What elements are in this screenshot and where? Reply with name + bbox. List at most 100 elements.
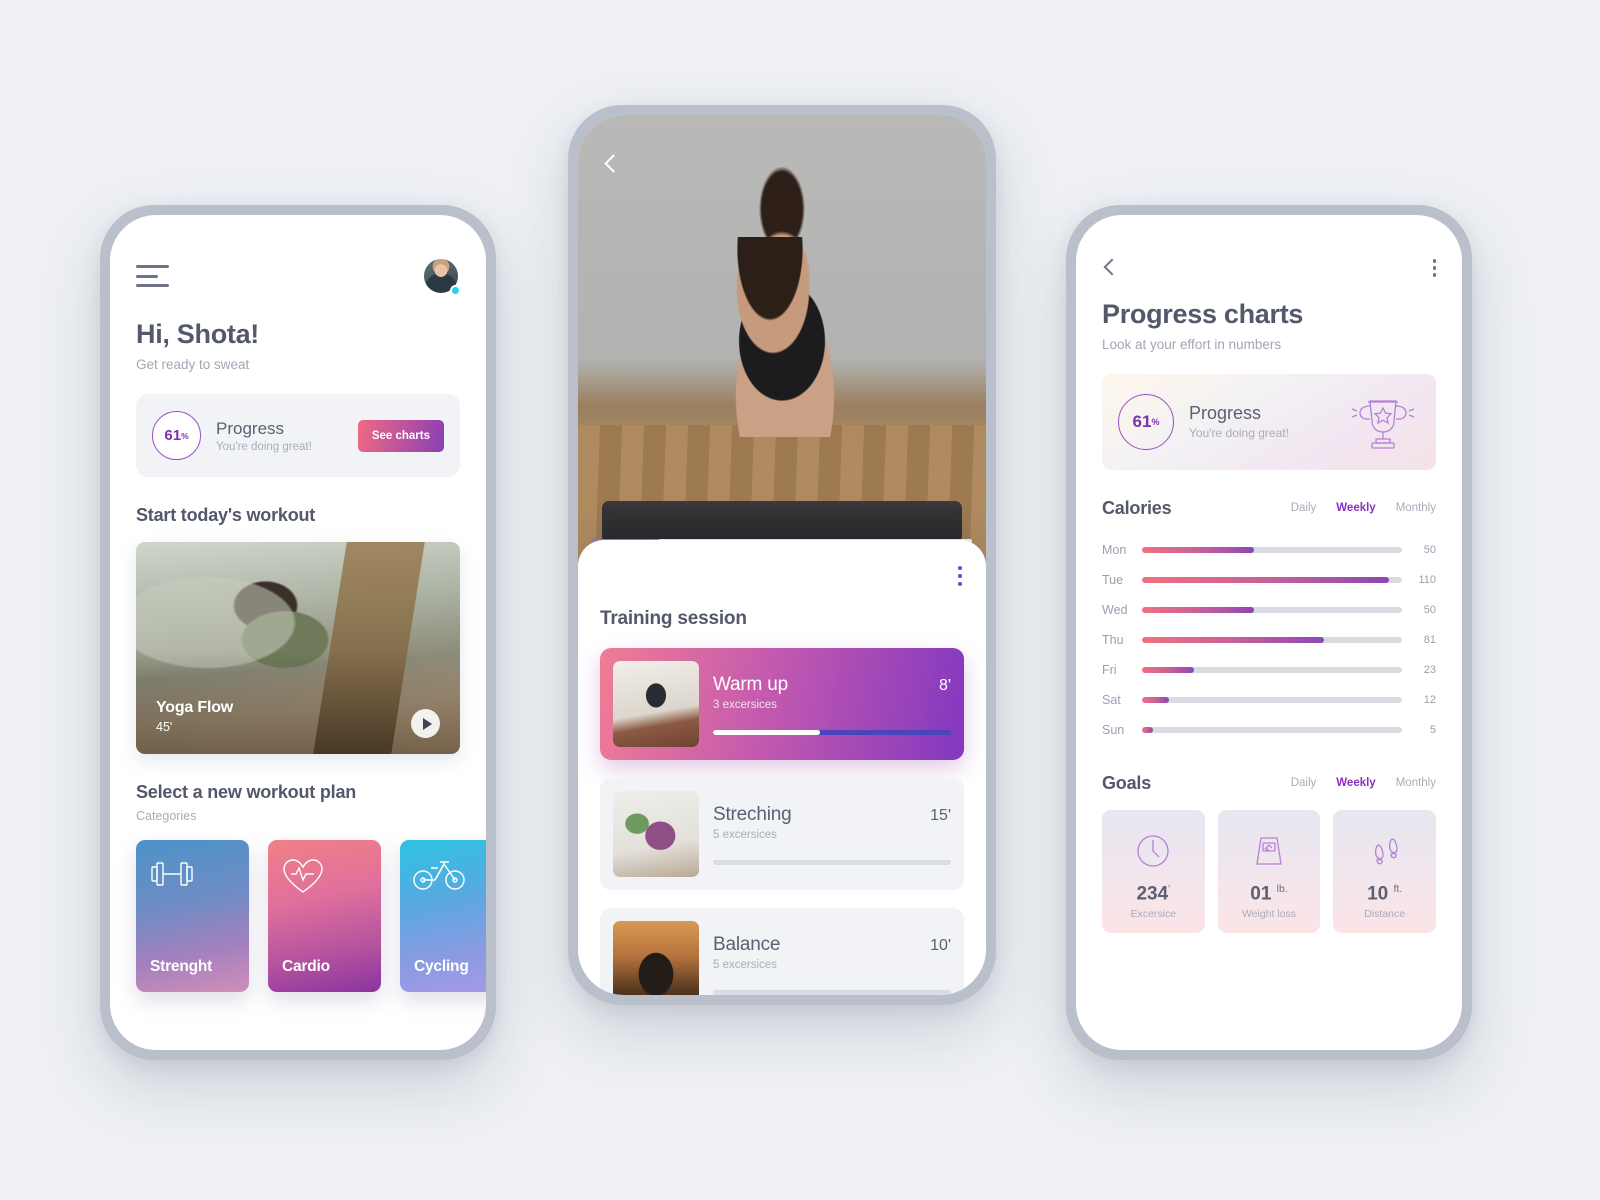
category-label: Cycling: [414, 958, 469, 975]
chart-bar-fill: [1142, 666, 1194, 673]
goal-unit: ': [1168, 882, 1171, 895]
session-duration: 10': [930, 936, 951, 954]
tab-weekly[interactable]: Weekly: [1336, 502, 1375, 514]
mockup-stage: Hi, Shota! Get ready to sweat 61% Progre…: [0, 0, 1600, 1200]
progress-card: 61% Progress You're doing great! See cha…: [136, 394, 460, 477]
goal-card-weight-loss[interactable]: 01 lb. Weight loss: [1217, 809, 1321, 933]
goal-unit: lb.: [1276, 882, 1288, 895]
sheet-title: Training session: [600, 608, 747, 629]
goal-value: 01 lb.: [1224, 883, 1315, 905]
goal-value: 10 ft.: [1339, 883, 1430, 905]
session-progress-track: [713, 989, 951, 995]
progress-value: 61: [164, 427, 182, 444]
chart-bar-fill: [1142, 726, 1154, 733]
see-charts-button[interactable]: See charts: [357, 419, 444, 452]
phone-home: Hi, Shota! Get ready to sweat 61% Progre…: [100, 205, 496, 1060]
progress-text: Progress You're doing great!: [1189, 403, 1331, 440]
goals-range-tabs: Daily Weekly Monthly: [1291, 777, 1436, 789]
chart-row: Fri 23: [1102, 655, 1436, 685]
chart-bar-track: [1142, 546, 1402, 553]
player-screen: Training session Warm up 8' 3 excersices: [578, 115, 986, 995]
chart-category-label: Mon: [1102, 542, 1127, 557]
tab-daily[interactable]: Daily: [1291, 502, 1317, 514]
menu-line: [136, 265, 169, 268]
menu-line: [136, 284, 169, 287]
goal-card-exercise[interactable]: 234' Excersice: [1102, 809, 1205, 933]
phone-charts: Progress charts Look at your effort in n…: [1066, 205, 1472, 1060]
back-icon[interactable]: [1102, 259, 1119, 276]
phone-player: Training session Warm up 8' 3 excersices: [568, 105, 996, 1005]
chart-bar-fill: [1142, 576, 1389, 583]
more-options-icon[interactable]: [958, 566, 962, 586]
tab-monthly[interactable]: Monthly: [1396, 502, 1436, 514]
category-list: Strenght Cardio Cycling: [136, 840, 486, 992]
chart-row: Sat 12: [1102, 685, 1436, 715]
progress-value: 61: [1132, 411, 1152, 431]
progress-unit: %: [181, 430, 189, 441]
session-progress-track: [713, 859, 951, 865]
chart-value-label: 50: [1423, 603, 1436, 616]
hamburger-menu-icon[interactable]: [136, 265, 169, 287]
back-icon[interactable]: [602, 155, 621, 174]
goal-card-distance[interactable]: 10 ft. Distance: [1333, 809, 1437, 933]
session-thumbnail: [613, 921, 699, 995]
chart-row: Tue 110: [1102, 565, 1436, 595]
workout-section-title: Start today's workout: [136, 505, 316, 525]
chart-value-label: 23: [1423, 663, 1436, 676]
session-name: Warm up: [713, 673, 788, 695]
chart-category-label: Thu: [1102, 632, 1124, 647]
progress-unit: %: [1151, 416, 1160, 427]
progress-ring: 61%: [152, 411, 201, 460]
bicycle-icon: [413, 861, 465, 890]
session-thumbnail: [613, 661, 699, 747]
category-card-strength[interactable]: Strenght: [136, 840, 249, 992]
session-progress-track: [713, 729, 951, 735]
session-item-warmup[interactable]: Warm up 8' 3 excersices: [600, 648, 964, 760]
scale-icon: [1256, 836, 1282, 865]
trophy-icon: [1351, 399, 1415, 449]
session-item-balance[interactable]: Balance 10' 5 excersices: [600, 908, 964, 995]
category-card-cardio[interactable]: Cardio: [268, 840, 381, 992]
chart-category-label: Wed: [1102, 602, 1128, 617]
goals-title: Goals: [1102, 772, 1152, 793]
plan-section-title: Select a new workout plan: [136, 782, 357, 802]
session-duration: 15': [930, 806, 951, 824]
chart-category-label: Sat: [1102, 692, 1121, 707]
category-label: Cardio: [282, 958, 330, 975]
session-item-streching[interactable]: Streching 15' 5 excersices: [600, 778, 964, 890]
play-icon[interactable]: [411, 709, 440, 738]
charts-screen: Progress charts Look at your effort in n…: [1076, 215, 1462, 1050]
chart-bar-track: [1142, 696, 1402, 703]
chart-value-label: 50: [1423, 543, 1436, 556]
tab-daily[interactable]: Daily: [1291, 777, 1317, 789]
chart-value-label: 5: [1429, 723, 1436, 736]
page-subtitle: Look at your effort in numbers: [1102, 336, 1282, 352]
home-screen: Hi, Shota! Get ready to sweat 61% Progre…: [110, 215, 486, 1050]
session-body: Warm up 8' 3 excersices: [713, 674, 951, 735]
avatar[interactable]: [422, 257, 461, 296]
chart-value-label: 12: [1423, 693, 1436, 706]
session-thumbnail: [613, 791, 699, 877]
category-card-cycling[interactable]: Cycling: [400, 840, 486, 992]
tab-monthly[interactable]: Monthly: [1396, 777, 1436, 789]
more-options-icon[interactable]: [1432, 259, 1436, 277]
tab-weekly[interactable]: Weekly: [1336, 777, 1375, 789]
chart-category-label: Tue: [1102, 572, 1124, 587]
chart-bar-track: [1142, 636, 1402, 643]
plan-section-subtitle: Categories: [136, 809, 197, 823]
chart-row: Wed 50: [1102, 595, 1436, 625]
goal-number: 10: [1367, 882, 1389, 904]
session-exercises: 3 excersices: [713, 698, 777, 711]
chart-row: Sun 5: [1102, 715, 1436, 745]
session-body: Streching 15' 5 excersices: [713, 804, 951, 865]
chart-bar-track: [1142, 606, 1402, 613]
goal-value: 234': [1108, 883, 1199, 905]
session-name: Balance: [713, 933, 781, 955]
featured-workout-card[interactable]: Yoga Flow 45': [136, 542, 460, 754]
video-player[interactable]: [578, 115, 986, 585]
workout-label: Yoga Flow 45': [156, 699, 233, 734]
chart-bar-track: [1142, 576, 1402, 583]
workout-duration: 45': [156, 720, 173, 734]
chart-row: Mon 50: [1102, 535, 1436, 565]
online-badge-icon: [450, 285, 461, 296]
